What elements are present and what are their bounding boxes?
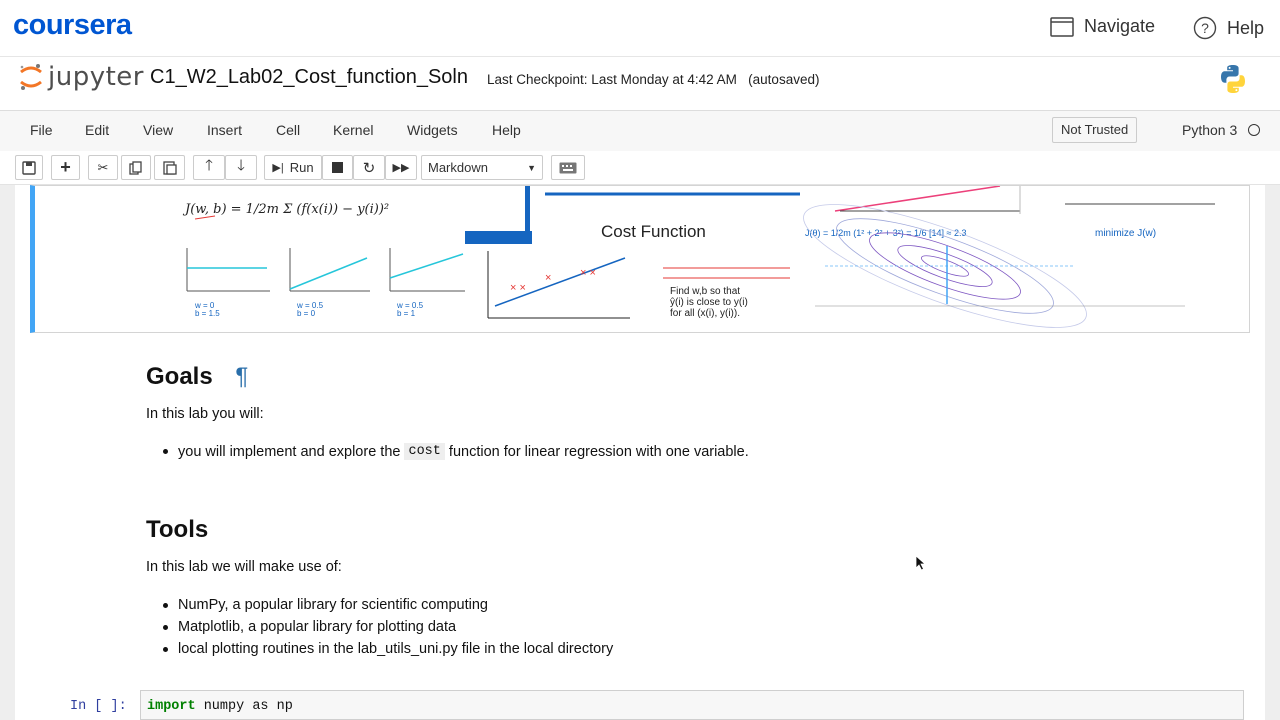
fast-forward-icon: ▶▶	[392, 162, 410, 174]
command-palette-button[interactable]	[551, 155, 585, 180]
bullet-dot	[163, 449, 168, 454]
run-label: Run	[289, 160, 314, 175]
goals-bullet-text-after: function for linear regression with one …	[448, 443, 749, 460]
window-icon	[1050, 16, 1074, 37]
tools-item-numpy: NumPy, a popular library for scientific …	[178, 597, 488, 613]
code-cell-prompt: In [ ]:	[70, 699, 127, 714]
goals-intro: In this lab you will:	[146, 406, 264, 422]
svg-text:× ×: × ×	[510, 282, 526, 294]
code-cell-input[interactable]	[140, 690, 1244, 720]
stop-icon	[332, 162, 343, 173]
save-button[interactable]	[15, 155, 43, 180]
tools-heading: Tools	[146, 516, 209, 543]
run-button[interactable]: ▶| Run	[264, 155, 322, 180]
banner-minimize: minimize J(w)	[1095, 228, 1156, 239]
tools-intro: In this lab we will make use of:	[146, 559, 342, 575]
refresh-icon: ↻	[362, 159, 376, 177]
restart-button[interactable]: ↻	[353, 155, 385, 180]
paste-icon	[162, 161, 177, 175]
menu-widgets[interactable]: Widgets	[407, 122, 458, 138]
cell-type-value: Markdown	[428, 160, 488, 175]
svg-text:×: ×	[545, 272, 551, 284]
checkpoint-status: Last Checkpoint: Last Monday at 4:42 AM …	[487, 72, 819, 87]
menu-view[interactable]: View	[143, 122, 173, 138]
python-icon	[1221, 65, 1245, 93]
keyboard-icon	[559, 162, 577, 173]
menu-file[interactable]: File	[30, 122, 53, 138]
tools-list-item: local plotting routines in the lab_utils…	[163, 641, 613, 657]
navigate-label: Navigate	[1084, 16, 1156, 36]
menu-help[interactable]: Help	[492, 122, 521, 138]
code-keyword: import	[147, 699, 196, 714]
goals-heading-text: Goals	[146, 363, 213, 390]
insert-cell-button[interactable]: +	[51, 155, 80, 180]
paste-button[interactable]	[154, 155, 185, 180]
copy-icon	[129, 160, 142, 175]
svg-text:J(w, b) = 1/2m Σ (f(x(i)) − y(: J(w, b) = 1/2m Σ (f(x(i)) − y(i))²	[182, 202, 389, 217]
jupyter-logo[interactable]: jupyter	[18, 62, 144, 92]
tools-item-matplotlib: Matplotlib, a popular library for plotti…	[178, 619, 457, 635]
plus-icon: +	[60, 157, 71, 177]
kernel-idle-icon	[1248, 124, 1260, 136]
autosave-status: (autosaved)	[748, 72, 820, 87]
checkpoint-text: Last Checkpoint: Last Monday at 4:42 AM	[487, 72, 737, 87]
banner-title: Cost Function	[601, 222, 706, 241]
tools-item-lab-utils: local plotting routines in the lab_utils…	[178, 641, 614, 657]
interrupt-button[interactable]	[322, 155, 353, 180]
python-logo	[1217, 63, 1249, 100]
goals-heading: Goals ¶	[146, 363, 248, 391]
tools-list-item: NumPy, a popular library for scientific …	[163, 597, 488, 613]
cut-button[interactable]: ✂	[88, 155, 118, 180]
banner-find-line-1: Find w,b so that	[670, 286, 740, 297]
arrow-up-icon: 🡑	[205, 157, 213, 174]
coursera-logo[interactable]: coursera	[13, 9, 132, 42]
bullet-dot	[163, 602, 168, 608]
restart-run-all-button[interactable]: ▶▶	[385, 155, 417, 180]
bullet-dot	[163, 646, 168, 652]
goals-bullet-text-before: you will implement and explore the	[178, 443, 401, 460]
goals-bullet: you will implement and explore the cost …	[163, 443, 749, 460]
menu-insert[interactable]: Insert	[207, 122, 242, 138]
coursera-help-button[interactable]: ? Help	[1193, 16, 1264, 40]
move-up-button[interactable]: 🡑	[193, 155, 225, 180]
menu-kernel[interactable]: Kernel	[333, 122, 373, 138]
kernel-name[interactable]: Python 3	[1182, 122, 1237, 138]
banner-find-line-2: ŷ(i) is close to y(i)	[670, 297, 748, 308]
heading-anchor-link[interactable]: ¶	[235, 363, 248, 390]
toolbar	[0, 151, 1280, 185]
navigate-button[interactable]: Navigate	[1050, 16, 1155, 37]
step-forward-icon: ▶|	[272, 162, 284, 174]
selected-image-cell[interactable]: J(w, b) = 1/2m Σ (f(x(i)) − y(i))² w = 0…	[30, 185, 1250, 333]
help-label: Help	[1227, 17, 1265, 38]
chevron-down-icon: ▼	[527, 162, 536, 173]
save-icon	[22, 160, 36, 175]
svg-text:?: ?	[1201, 20, 1209, 36]
menu-cell[interactable]: Cell	[276, 122, 300, 138]
inline-code-cost: cost	[404, 443, 445, 460]
bullet-dot	[163, 624, 168, 630]
banner-find-line-3: for all (x(i), y(i)).	[670, 308, 740, 319]
cell-type-select[interactable]: Markdown ▼	[421, 155, 543, 180]
notebook-title[interactable]: C1_W2_Lab02_Cost_function_Soln	[150, 66, 468, 89]
scissors-icon: ✂	[97, 159, 109, 175]
tools-list-item: Matplotlib, a popular library for plotti…	[163, 619, 456, 635]
jupyter-orbit-icon	[20, 64, 42, 90]
question-circle-icon: ?	[1193, 16, 1217, 40]
copy-button[interactable]	[121, 155, 151, 180]
arrow-down-icon: 🡓	[237, 157, 245, 174]
jupyter-wordmark: jupyter	[48, 62, 144, 92]
panel-label-6: b = 1	[397, 309, 416, 318]
move-down-button[interactable]: 🡓	[225, 155, 257, 180]
panel-label-2: b = 1.5	[195, 309, 220, 318]
panel-label-4: b = 0	[297, 309, 316, 318]
code-rest: numpy as np	[195, 699, 293, 714]
svg-text:× ×: × ×	[580, 267, 596, 279]
trust-status-button[interactable]: Not Trusted	[1052, 117, 1138, 143]
code-line[interactable]: import numpy as np	[147, 699, 293, 714]
mouse-pointer-icon	[915, 555, 927, 571]
cost-function-banner-image: J(w, b) = 1/2m Σ (f(x(i)) − y(i))² w = 0…	[182, 186, 1215, 328]
menu-edit[interactable]: Edit	[85, 122, 109, 138]
